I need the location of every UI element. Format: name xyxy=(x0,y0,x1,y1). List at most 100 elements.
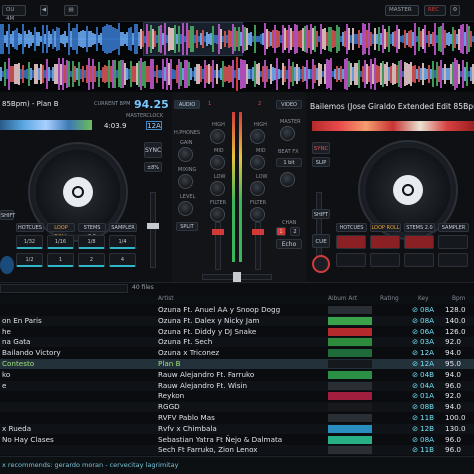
master-knob[interactable] xyxy=(280,126,295,141)
filter-knob-right[interactable] xyxy=(250,207,265,222)
chan-button-right[interactable]: 2 xyxy=(290,227,300,236)
performance-pad[interactable]: 1/2 xyxy=(16,253,43,267)
pad-mode-tab[interactable]: LOOP ROLL xyxy=(47,223,75,240)
performance-pad[interactable] xyxy=(370,235,400,249)
table-row[interactable]: na Gata Ozuna Ft. Sech ⊘ 03A 92.0 xyxy=(0,337,474,348)
table-row[interactable]: on En Paris Ozuna Ft. Dalex y Nicky Jam ⊘ 0… xyxy=(0,315,474,326)
table-row[interactable]: RVFV Pablo Mas ⊘ 11B 100.0 xyxy=(0,413,474,423)
track-bpm: 140.0 xyxy=(445,315,466,325)
table-row[interactable]: he Ozuna Ft. Diddy y DJ Snake ⊘ 06A 126.0 xyxy=(0,327,474,337)
performance-pad[interactable] xyxy=(404,253,434,267)
eq-low-left[interactable] xyxy=(210,181,225,196)
eq-mid-left[interactable] xyxy=(210,155,225,170)
performance-pad[interactable]: 1/16 xyxy=(47,235,74,249)
header-rating[interactable]: Rating xyxy=(380,295,399,304)
header-key[interactable]: Key xyxy=(418,295,429,304)
header-bpm[interactable]: Bpm xyxy=(452,295,465,304)
echo-effect-button[interactable]: Echo xyxy=(276,239,302,249)
mixing-knob[interactable] xyxy=(178,174,193,189)
table-row[interactable]: Contesto Plan B ⊘ 12A 95.0 xyxy=(0,359,474,369)
performance-pad[interactable]: 1/4 xyxy=(109,235,136,249)
sync-button-left[interactable]: SYNC xyxy=(144,142,162,158)
deck-left-title: 85Bpm) - Plan B xyxy=(2,100,59,108)
left-arrow-icon[interactable]: ◀ xyxy=(40,5,48,16)
key-match-icon: ⊘ xyxy=(412,391,419,401)
shift-button-left[interactable]: SHIFT xyxy=(0,210,15,220)
search-input[interactable] xyxy=(0,284,128,293)
slip-button-right[interactable]: SLIP xyxy=(312,157,330,167)
pad-mode-tab[interactable]: SAMPLER xyxy=(109,223,137,232)
performance-pad[interactable]: 1/32 xyxy=(16,235,43,249)
video-tab[interactable]: VIDEO xyxy=(276,100,302,109)
grid-icon[interactable]: ▤ xyxy=(64,5,78,16)
deck-left-key[interactable]: 12A xyxy=(146,121,162,130)
split-button[interactable]: SPLIT xyxy=(176,222,198,231)
performance-pad[interactable] xyxy=(370,253,400,267)
pad-mode-tab[interactable]: SAMPLER xyxy=(438,223,469,232)
table-row[interactable]: Reykon ⊘ 01A 92.0 xyxy=(0,391,474,401)
sync-button-right[interactable]: SYNC xyxy=(312,142,330,154)
album-art-thumbnail xyxy=(328,435,372,444)
header-artist[interactable]: Artist xyxy=(158,295,174,304)
level-knob[interactable] xyxy=(178,201,193,216)
chan-button-left[interactable]: 1 xyxy=(276,227,286,236)
deck-left-mini-waveform[interactable] xyxy=(0,120,92,130)
waveform-bottom[interactable] xyxy=(0,57,474,91)
table-row[interactable]: RGGD ⊘ 08B 94.0 xyxy=(0,402,474,413)
table-row[interactable]: Bailando Victory Ozuna x Triconez ⊘ 12A 94.0 xyxy=(0,348,474,358)
mid-label-right: MID xyxy=(256,148,266,154)
channel-fader-left[interactable] xyxy=(212,222,224,270)
cue-button-right[interactable]: CUE xyxy=(312,234,330,248)
table-row[interactable]: No Hay Clases Sebastian Yatra Ft Ñejo & D… xyxy=(0,435,474,445)
pitch-fader-left[interactable] xyxy=(147,192,159,268)
play-button-right[interactable] xyxy=(312,255,330,273)
track-bpm: 126.0 xyxy=(445,326,466,336)
pad-mode-tab[interactable]: LOOP ROLL xyxy=(370,223,401,232)
table-row[interactable]: ko Rauw Alejandro Ft. Farruko ⊘ 04B 94.0 xyxy=(0,370,474,380)
eq-mid-right[interactable] xyxy=(250,155,265,170)
fx-right-label: 2 xyxy=(258,101,262,107)
rec-button[interactable]: REC xyxy=(424,5,446,16)
track-key: 12A xyxy=(420,359,435,368)
performance-pad[interactable]: 1/8 xyxy=(78,235,105,249)
deck-right-mini-waveform[interactable] xyxy=(312,121,474,131)
performance-pad[interactable]: 1 xyxy=(47,253,74,267)
settings-icon[interactable]: ⚙ xyxy=(450,5,460,16)
track-title: he xyxy=(2,326,11,336)
fx-knob[interactable] xyxy=(280,172,295,187)
table-row[interactable]: Ozuna Ft. Anuel AA y Snoop Dogg ⊘ 08A 128.0 xyxy=(0,305,474,315)
pad-mode-tab[interactable]: STEMS 2.0 xyxy=(404,223,435,232)
filter-knob-left[interactable] xyxy=(210,207,225,222)
crossfader[interactable] xyxy=(202,272,272,282)
performance-pad[interactable]: 2 xyxy=(78,253,105,267)
audio-config-pill[interactable]: OU 4M xyxy=(2,5,26,22)
pad-mode-tab[interactable]: STEMS 2.0 xyxy=(78,223,106,240)
track-bpm: 100.0 xyxy=(445,413,466,422)
performance-pad[interactable]: 4 xyxy=(109,253,136,267)
table-row[interactable]: x Rueda Rvfv x Chimbala ⊘ 12B 130.0 xyxy=(0,423,474,434)
tempo-range-button[interactable]: ±8% xyxy=(144,162,162,172)
eq-high-left[interactable] xyxy=(210,129,225,144)
pad-mode-tab[interactable]: HOTCUES xyxy=(336,223,367,232)
performance-pad[interactable] xyxy=(336,235,366,249)
play-button-left[interactable] xyxy=(0,256,14,274)
header-album-art[interactable]: Album Art xyxy=(328,295,357,304)
table-row[interactable]: e Rauw Alejandro Ft. Wisin ⊘ 04A 96.0 xyxy=(0,380,474,391)
eq-high-right[interactable] xyxy=(250,129,265,144)
performance-pad[interactable] xyxy=(336,253,366,267)
key-match-icon: ⊘ xyxy=(412,445,419,455)
gain-knob[interactable] xyxy=(178,147,193,162)
beat-fx-value[interactable]: 1 bit xyxy=(276,158,302,167)
pad-mode-tab[interactable]: HOTCUES xyxy=(16,223,44,232)
performance-pad[interactable] xyxy=(404,235,434,249)
shift-button-right[interactable]: SHIFT xyxy=(312,209,330,219)
channel-fader-right[interactable] xyxy=(252,222,264,270)
pad-mode-tabs-left: HOTCUESLOOP ROLLSTEMS 2.0SAMPLER xyxy=(16,223,142,240)
eq-low-right[interactable] xyxy=(250,181,265,196)
recommendations-text[interactable]: x recommends: gerardo moran - cervecitay… xyxy=(2,461,178,469)
table-row[interactable]: Sech Ft Farruko, Zion Lenox ⊘ 11B 96.0 xyxy=(0,445,474,456)
audio-tab[interactable]: AUDIO xyxy=(174,100,200,109)
performance-pad[interactable] xyxy=(438,253,468,267)
waveform-top[interactable] xyxy=(0,22,474,56)
performance-pad[interactable] xyxy=(438,235,468,249)
